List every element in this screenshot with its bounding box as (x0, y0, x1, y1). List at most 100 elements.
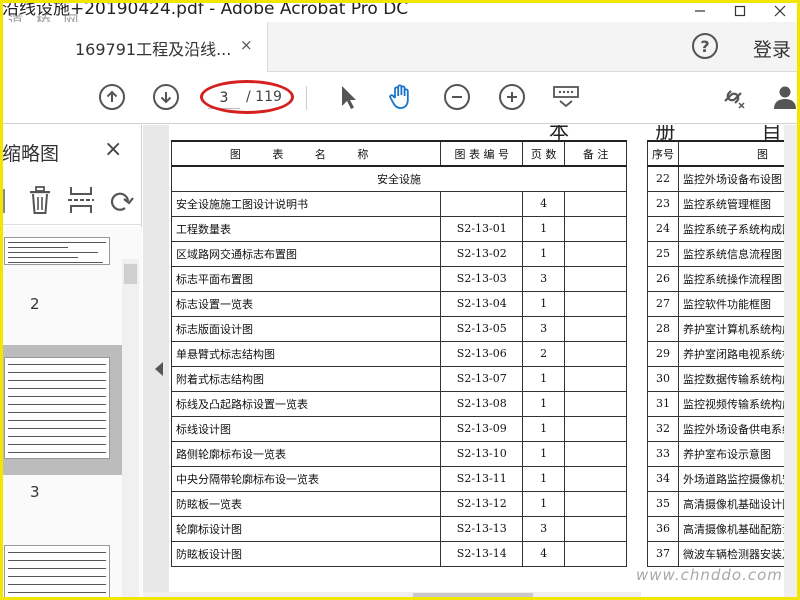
panel-title: 缩略图 (2, 143, 60, 165)
cell-pages: 2 (522, 340, 566, 367)
help-button[interactable]: ? (692, 33, 718, 59)
cell-code: S2-13-03 (440, 265, 524, 292)
site-watermark: www.chnddo.com (636, 566, 783, 584)
cell-name: 监控软件功能框图 (678, 290, 800, 317)
contents-table-continued: 序号 图 22 监控外场设备布设图 23 监控系统管理框图 24 监控系统子系统构成图 25… (647, 140, 800, 567)
cell-note (564, 240, 627, 267)
cell-pages: 4 (522, 540, 566, 567)
cell-name: 养护室计算机系统构成 (678, 315, 800, 342)
account-button[interactable] (772, 82, 800, 112)
login-button[interactable]: 登录 (753, 35, 791, 62)
table-row: 标志设置一览表 S2-13-04 1 (170, 290, 627, 317)
cell-note (564, 465, 627, 492)
close-icon (774, 5, 786, 17)
zoom-in-button[interactable] (497, 82, 527, 112)
title-bar: 沿线设施+20190424.pdf - Adobe Acrobat Pro DC… (0, 0, 800, 30)
cell-pages: 1 (522, 415, 566, 442)
cell-name: 标志设置一览表 (170, 290, 442, 317)
page-thumbnail[interactable] (4, 545, 110, 600)
cell-code: S2-13-08 (440, 390, 524, 417)
cell-no: 31 (647, 390, 679, 417)
select-tool-button[interactable] (333, 82, 363, 112)
toolbar-divider (306, 86, 307, 110)
document-tab-label: 169791工程及沿线... (75, 40, 232, 59)
document-view: 本 册 目 录 图 表 名 称 图 表 编 号 页 数 备 注 安全设施 安全设… (143, 125, 800, 600)
cell-pages: 3 (522, 315, 566, 342)
cell-name: 养护室布设示意图 (678, 440, 800, 467)
cell-note (564, 390, 627, 417)
table-row: 31 监控视频传输系统构成 (647, 390, 800, 417)
cell-pages: 3 (522, 265, 566, 292)
cell-pages: 1 (522, 290, 566, 317)
thumbnail-list: 2 3 (0, 227, 142, 600)
tab-bar: 169791工程及沿线... × ? 登录 (0, 22, 800, 72)
cell-name: 监控外场设备供电系统 (678, 415, 800, 442)
cell-code: S2-13-01 (440, 215, 524, 242)
cell-code: S2-13-05 (440, 315, 524, 342)
table-row: 28 养护室计算机系统构成 (647, 315, 800, 342)
rotate-page-button[interactable] (108, 187, 134, 215)
cell-code: S2-13-11 (440, 465, 524, 492)
delete-page-button[interactable] (27, 185, 53, 215)
table-row: 36 高清摄像机基础配筋设 (647, 515, 800, 542)
document-scrollbar[interactable] (784, 125, 800, 600)
collapse-panel-icon[interactable] (155, 362, 163, 376)
tab-close-icon[interactable]: × (240, 36, 253, 54)
arrow-up-circle-icon (99, 84, 125, 110)
cell-name: 工程数量表 (170, 215, 442, 242)
cell-name: 监控系统操作流程图 (678, 265, 800, 292)
page-display-button[interactable] (551, 82, 581, 112)
table-row: 标志版面设计图 S2-13-05 3 (170, 315, 627, 342)
scrollbar-thumb[interactable] (124, 264, 137, 284)
cell-name: 区域路网交通标志布置图 (170, 240, 442, 267)
next-page-button[interactable] (151, 82, 181, 112)
cell-name: 单悬臂式标志结构图 (170, 340, 442, 367)
contents-table: 图 表 名 称 图 表 编 号 页 数 备 注 安全设施 安全设施施工图设计说明… (170, 140, 627, 567)
cell-pages: 1 (522, 390, 566, 417)
cell-name: 中央分隔带轮廓标布设一览表 (170, 465, 442, 492)
cell-pages: 1 (522, 215, 566, 242)
cell-no: 24 (647, 215, 679, 242)
share-link-button[interactable] (719, 82, 749, 112)
table-row: 32 监控外场设备供电系统 (647, 415, 800, 442)
scrollbar-thumb[interactable] (413, 593, 533, 599)
section-row: 安全设施 (171, 165, 627, 192)
cell-name: 外场道路监控摄像机安 (678, 465, 800, 492)
maximize-button[interactable] (720, 0, 760, 22)
prev-page-button[interactable] (97, 82, 127, 112)
table-row: 安全设施施工图设计说明书 4 (170, 190, 627, 217)
cell-no: 30 (647, 365, 679, 392)
cell-no: 29 (647, 340, 679, 367)
minimize-icon (695, 10, 705, 12)
cell-note (564, 190, 627, 217)
minimize-button[interactable] (680, 0, 720, 22)
cell-no: 22 (647, 165, 679, 192)
window-close-button[interactable] (760, 0, 800, 22)
zoom-out-button[interactable] (442, 82, 472, 112)
cell-code: S2-13-07 (440, 365, 524, 392)
zoom-in-icon (499, 84, 525, 110)
hand-tool-button[interactable] (386, 82, 416, 112)
cell-name: 安全设施施工图设计说明书 (170, 190, 442, 217)
cell-code: S2-13-12 (440, 490, 524, 517)
page-thumbnail[interactable] (4, 237, 110, 265)
cell-name: 微波车辆检测器安装及 (678, 540, 800, 567)
thumbnail-scrollbar[interactable] (122, 259, 139, 599)
split-page-button[interactable] (67, 185, 95, 215)
cell-name: 防眩板一览表 (170, 490, 442, 517)
column-header: 备 注 (564, 140, 627, 167)
page-thumbnail-selected[interactable] (4, 357, 110, 459)
cell-name: 监控系统子系统构成图 (678, 215, 800, 242)
column-header: 图 (678, 140, 800, 167)
document-tab[interactable]: 169791工程及沿线... × (0, 22, 268, 72)
cell-name: 养护室闭路电视系统构 (678, 340, 800, 367)
thumbnail-page-number: 2 (30, 295, 40, 313)
table-row: 30 监控数据传输系统构成 (647, 365, 800, 392)
table-header-row: 序号 图 (647, 140, 800, 167)
table-row: 防眩板一览表 S2-13-12 1 (170, 490, 627, 517)
horizontal-scrollbar[interactable] (143, 592, 641, 600)
table-row: 24 监控系统子系统构成图 (647, 215, 800, 242)
panel-close-icon[interactable]: × (104, 137, 122, 162)
cell-note (564, 415, 627, 442)
cell-note (564, 340, 627, 367)
